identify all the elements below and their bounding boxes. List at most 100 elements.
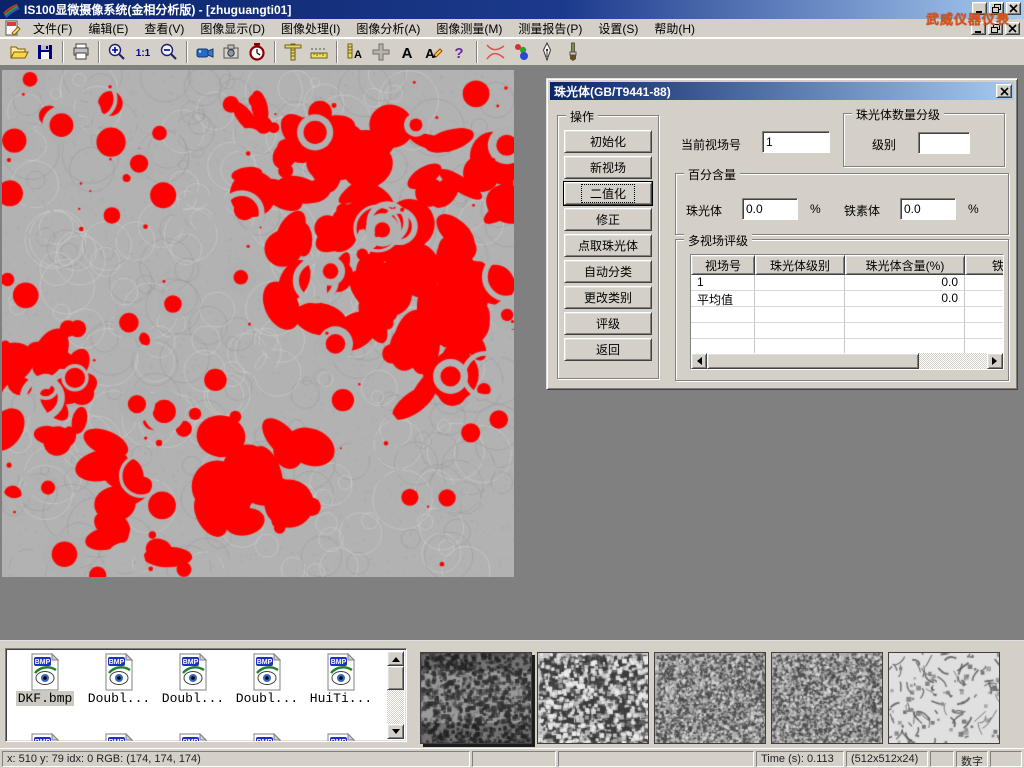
scroll-right-button[interactable] [987, 353, 1003, 369]
current-field-input[interactable] [762, 131, 830, 153]
header-ferrite[interactable]: 铁素体 [965, 255, 1004, 275]
measure-annotate-button[interactable]: A [342, 40, 368, 64]
scroll-left-button[interactable] [691, 353, 707, 369]
particles-icon [511, 42, 531, 62]
minimize-button[interactable] [972, 2, 987, 15]
scroll-up-button[interactable] [387, 651, 404, 666]
window-title: IS100显微摄像系统(金相分析版) - [zhuguangti01] [24, 1, 291, 18]
print-button[interactable] [68, 40, 94, 64]
file-name[interactable]: DKF.bmp [16, 691, 75, 706]
brush-tool-button[interactable] [560, 40, 586, 64]
text-tool-button[interactable]: A [394, 40, 420, 64]
gallery-thumbnail-2[interactable] [537, 652, 649, 744]
menu-edit[interactable]: 编辑(E) [80, 18, 136, 39]
table-row [691, 323, 1003, 339]
file-item[interactable]: BMP [156, 733, 230, 742]
menu-image-process[interactable]: 图像处理(I) [273, 18, 348, 39]
header-pearlite[interactable]: 珠光体含量(%) [845, 255, 965, 275]
binarize-button[interactable]: 二值化 [564, 182, 652, 205]
arrow-down-icon [392, 729, 400, 738]
return-button[interactable]: 返回 [564, 338, 652, 361]
grade-input[interactable] [918, 132, 970, 154]
file-item[interactable]: BMP [82, 733, 156, 742]
actual-size-button[interactable]: 1:1 [130, 40, 156, 64]
scrollbar-thumb[interactable] [387, 666, 404, 690]
gallery-thumbnail-4[interactable] [771, 652, 883, 744]
table-row[interactable]: 1 0.0 [691, 275, 1003, 291]
save-button[interactable] [32, 40, 58, 64]
curve-tool-button[interactable] [482, 40, 508, 64]
dialog-close-button[interactable] [996, 84, 1012, 98]
close-button[interactable] [1006, 2, 1021, 15]
menu-image-measure[interactable]: 图像测量(M) [428, 18, 510, 39]
zoom-in-button[interactable] [104, 40, 130, 64]
photo-capture-button[interactable] [218, 40, 244, 64]
rate-button[interactable]: 评级 [564, 312, 652, 335]
file-item[interactable]: BMP Doubl... [156, 653, 230, 706]
arrow-right-icon [992, 357, 1001, 365]
micrograph-image[interactable] [2, 70, 514, 577]
toolbar-separator [98, 41, 100, 63]
child-restore-button[interactable] [988, 22, 1003, 35]
file-name[interactable]: Doubl... [86, 691, 152, 706]
file-name[interactable]: Doubl... [160, 691, 226, 706]
scroll-down-button[interactable] [387, 724, 404, 739]
ferrite-percent-input[interactable] [900, 198, 956, 220]
svg-text:BMP: BMP [109, 659, 125, 666]
menu-report[interactable]: 测量报告(P) [510, 18, 590, 39]
scrollbar-thumb[interactable] [707, 353, 919, 369]
file-item[interactable]: BMP Doubl... [230, 653, 304, 706]
pearlite-label: 珠光体 [686, 202, 722, 219]
menu-help[interactable]: 帮助(H) [646, 18, 703, 39]
menu-image-display[interactable]: 图像显示(D) [192, 18, 273, 39]
rating-group: 多视场评级 视场号 珠光体级别 珠光体含量(%) 铁素体 1 0.0 平均值 [675, 239, 1009, 381]
auto-classify-button[interactable]: 自动分类 [564, 260, 652, 283]
table-row[interactable]: 平均值 0.0 [691, 291, 1003, 307]
restore-button[interactable] [989, 2, 1004, 15]
zoom-out-button[interactable] [156, 40, 182, 64]
child-close-button[interactable] [1005, 22, 1020, 35]
file-item[interactable]: BMP HuiTi... [304, 653, 378, 706]
file-name[interactable]: Doubl... [234, 691, 300, 706]
file-item[interactable]: BMP Doubl... [82, 653, 156, 706]
menu-file[interactable]: 文件(F) [25, 18, 80, 39]
timer-button[interactable] [244, 40, 270, 64]
pick-pearlite-button[interactable]: 点取珠光体 [564, 234, 652, 257]
phase-particles-button[interactable] [508, 40, 534, 64]
file-row: BMP DKF.bmp BMP Doubl... BMP Doubl... BM… [8, 653, 378, 706]
help-button[interactable]: ? [446, 40, 472, 64]
open-button[interactable] [6, 40, 32, 64]
file-list-scrollbar[interactable] [387, 651, 404, 739]
pen-tool-button[interactable] [534, 40, 560, 64]
menu-view[interactable]: 查看(V) [136, 18, 192, 39]
video-capture-button[interactable] [192, 40, 218, 64]
svg-text:A: A [425, 46, 435, 61]
correct-button[interactable]: 修正 [564, 208, 652, 231]
pearlite-percent-input[interactable] [742, 198, 798, 220]
svg-text:BMP: BMP [35, 739, 51, 742]
toolbar-separator [274, 41, 276, 63]
gallery-thumbnail-1[interactable] [420, 652, 532, 744]
new-field-button[interactable]: 新视场 [564, 156, 652, 179]
file-item[interactable]: BMP [8, 733, 82, 742]
gallery-thumbnail-5[interactable] [888, 652, 1000, 744]
file-item[interactable]: BMP DKF.bmp [8, 653, 82, 706]
header-grade[interactable]: 珠光体级别 [755, 255, 845, 275]
init-button[interactable]: 初始化 [564, 130, 652, 153]
annotation-tool-button[interactable]: A [420, 40, 446, 64]
caliper-measure-button[interactable] [280, 40, 306, 64]
dialog-title-bar[interactable]: 珠光体(GB/T9441-88) [550, 82, 1014, 100]
table-horizontal-scrollbar[interactable] [691, 353, 1003, 369]
rating-table-header: 视场号 珠光体级别 珠光体含量(%) 铁素体 [691, 255, 1003, 275]
file-name[interactable]: HuiTi... [308, 691, 374, 706]
file-item[interactable]: BMP [230, 733, 304, 742]
grid-tool-button[interactable] [368, 40, 394, 64]
header-field[interactable]: 视场号 [691, 255, 755, 275]
gallery-thumbnail-3[interactable] [654, 652, 766, 744]
change-class-button[interactable]: 更改类别 [564, 286, 652, 309]
file-item[interactable]: BMP [304, 733, 378, 742]
menu-image-analysis[interactable]: 图像分析(A) [348, 18, 428, 39]
child-minimize-button[interactable] [971, 22, 986, 35]
menu-settings[interactable]: 设置(S) [590, 18, 646, 39]
ruler-measure-button[interactable] [306, 40, 332, 64]
